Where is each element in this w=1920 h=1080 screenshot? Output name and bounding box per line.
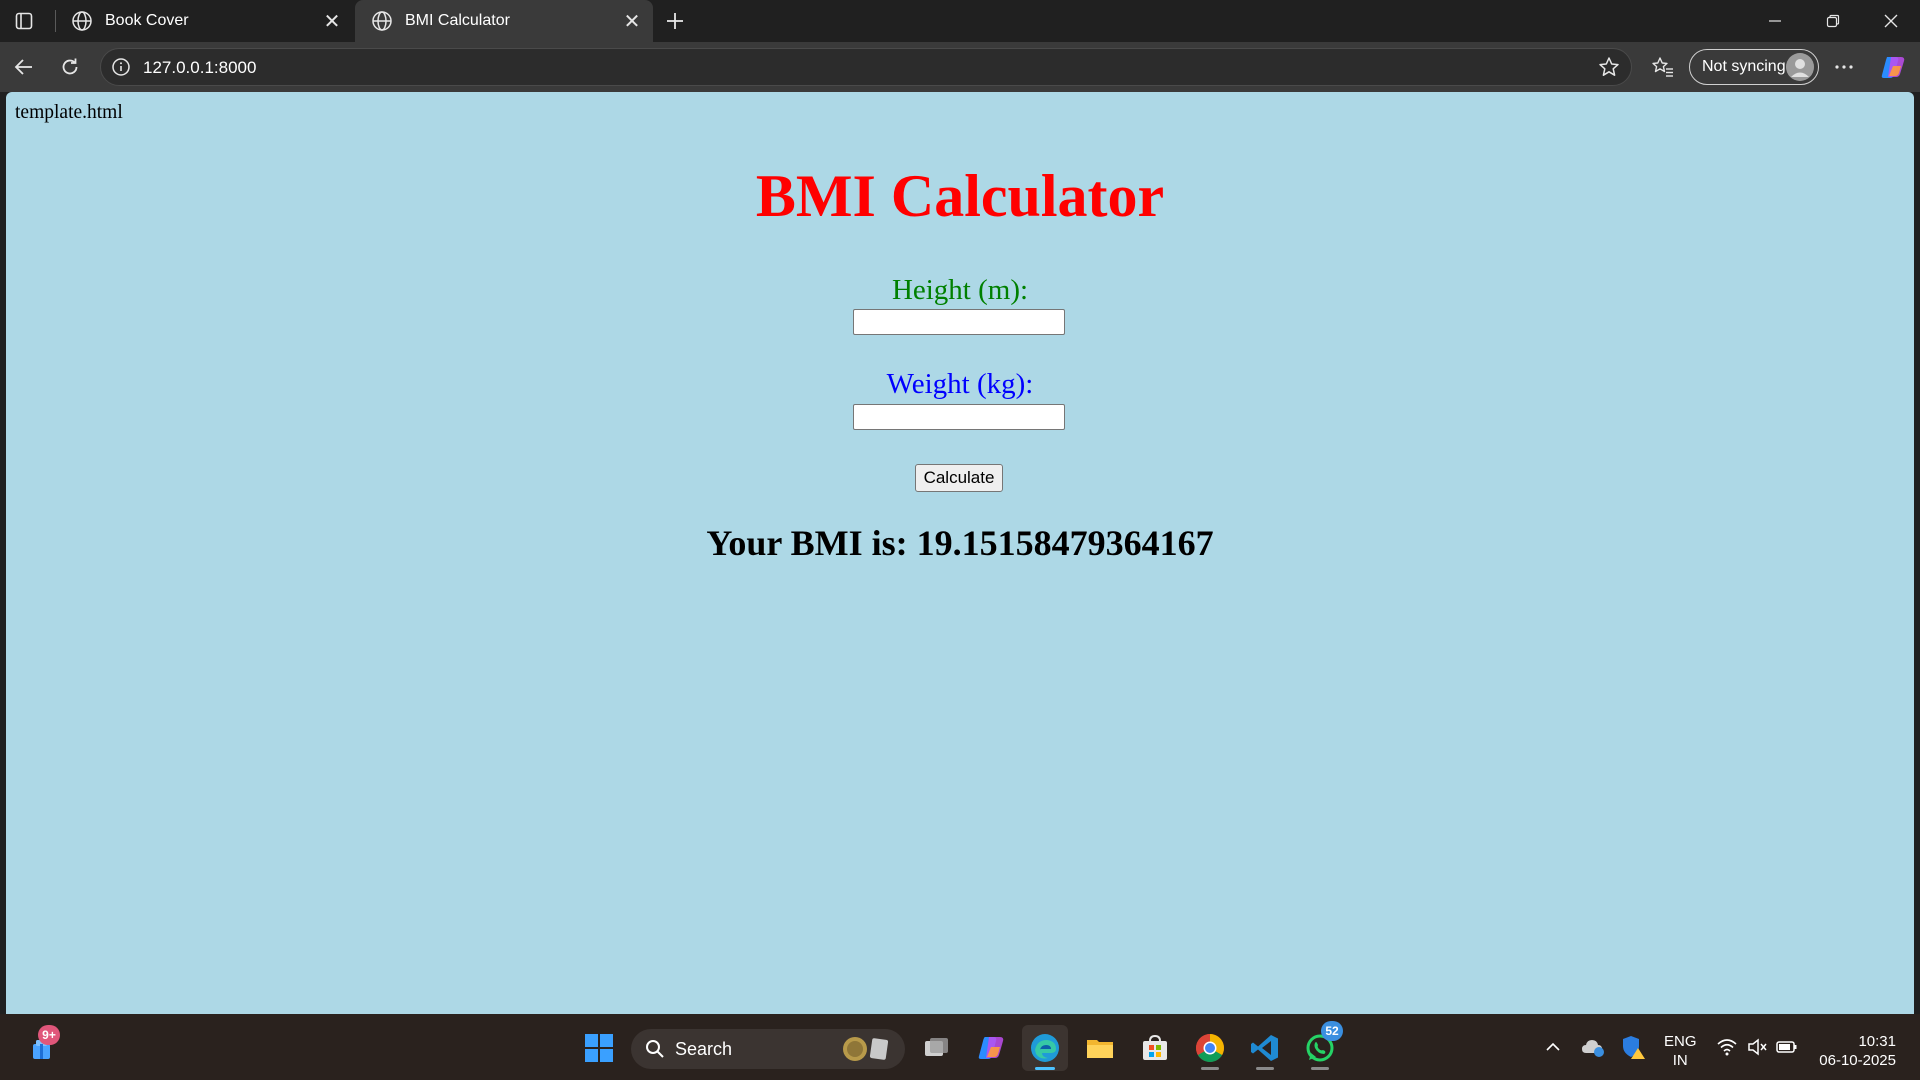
folder-icon [1087,1040,1113,1058]
more-icon [1835,65,1853,69]
edge-browser-button[interactable] [1022,1025,1068,1071]
minimize-button[interactable] [1746,0,1804,42]
weight-label: Weight (kg): [886,368,1034,400]
person-icon [1786,53,1814,81]
globe-icon [72,11,92,31]
tab-label: Book Cover [105,12,189,29]
language-text: ENG [1664,1033,1697,1050]
tab-actions-button[interactable] [10,8,38,34]
new-tab-button[interactable] [660,6,690,36]
tab-bmi-calculator[interactable]: BMI Calculator ✕ [355,0,653,42]
copilot-icon [1881,57,1905,78]
vscode-button[interactable] [1242,1025,1288,1071]
windows-start-icon [585,1034,613,1062]
height-input[interactable] [853,309,1065,335]
weight-input[interactable] [853,404,1065,430]
copilot-app-button[interactable] [968,1025,1014,1071]
chevron-up-icon [1546,1042,1560,1051]
favorite-star-icon[interactable] [1597,55,1621,79]
back-button[interactable] [8,51,40,83]
template-filename-text: template.html [15,102,123,123]
search-label: Search [675,1038,733,1059]
restore-button[interactable] [1804,0,1862,42]
height-label: Height (m): [891,274,1029,306]
tab-book-cover[interactable]: Book Cover ✕ [55,0,353,42]
running-app-indicator [1256,1067,1274,1070]
close-icon [1884,14,1898,28]
copilot-button[interactable] [1877,51,1909,83]
unread-count-badge: 52 [1321,1021,1343,1041]
task-view-button[interactable] [913,1025,959,1071]
windows-taskbar: 9+ Search 52 ENG IN 10:31 06-10-2025 [0,1014,1920,1080]
chrome-button[interactable] [1187,1025,1233,1071]
sync-status-label: Not syncing [1702,58,1786,75]
back-arrow-icon [14,59,32,75]
url-text[interactable]: 127.0.0.1:8000 [143,58,256,78]
calculate-button[interactable]: Calculate [915,464,1003,492]
cloud-icon [1582,1040,1604,1057]
tab-label: BMI Calculator [405,12,510,29]
shield-warning-icon [1623,1036,1645,1059]
notification-badge: 9+ [38,1025,60,1045]
active-app-indicator [1035,1067,1055,1070]
restore-icon [1826,14,1840,28]
refresh-icon [62,58,78,75]
page-title: BMI Calculator [755,163,1165,229]
address-bar[interactable]: 127.0.0.1:8000 [100,48,1632,86]
whatsapp-button[interactable]: 52 [1297,1021,1343,1071]
browser-toolbar: 127.0.0.1:8000 Not syncing [0,42,1920,92]
input-language-indicator[interactable]: ENG IN [1664,1032,1697,1070]
wifi-icon [1717,1039,1737,1056]
refresh-button[interactable] [54,51,86,83]
file-explorer-button[interactable] [1077,1025,1123,1071]
site-info-icon[interactable] [111,57,131,77]
running-app-indicator [1311,1067,1329,1070]
task-view-icon [925,1038,948,1056]
speaker-muted-icon [1748,1038,1767,1056]
taskbar-search-box[interactable]: Search [631,1029,905,1069]
start-button[interactable] [576,1025,622,1071]
favorites-icon [1652,57,1673,77]
vscode-icon [1251,1035,1278,1061]
favorites-button[interactable] [1647,51,1679,83]
plus-icon [667,13,683,29]
search-highlight-icon [843,1037,889,1061]
tab-close-icon[interactable]: ✕ [321,10,343,33]
date-text: 06-10-2025 [1819,1052,1896,1069]
globe-icon [372,11,392,31]
edge-icon [1031,1034,1059,1062]
onedrive-tray-button[interactable] [1580,1034,1606,1060]
tab-close-icon[interactable]: ✕ [621,10,643,33]
copilot-icon [978,1037,1004,1059]
battery-tray-button[interactable] [1774,1034,1800,1060]
avatar [1786,53,1814,81]
volume-tray-button[interactable] [1744,1034,1770,1060]
more-options-button[interactable] [1828,51,1860,83]
taskbar-clock[interactable]: 10:31 06-10-2025 [1819,1032,1896,1070]
browser-tab-bar: Book Cover ✕ BMI Calculator ✕ [0,0,1920,42]
bmi-result-text: Your BMI is: 19.15158479364167 [706,523,1214,563]
widgets-button[interactable]: 9+ [18,1025,64,1071]
microsoft-store-button[interactable] [1132,1025,1178,1071]
store-icon [1143,1034,1167,1060]
chrome-icon [1196,1034,1224,1062]
region-text: IN [1672,1052,1688,1069]
running-app-indicator [1201,1067,1219,1070]
wifi-tray-button[interactable] [1714,1034,1740,1060]
search-icon [646,1040,664,1058]
tab-actions-icon [15,12,33,30]
minimize-icon [1769,20,1781,22]
close-window-button[interactable] [1862,0,1920,42]
battery-icon [1776,1041,1797,1053]
security-tray-button[interactable] [1620,1034,1646,1060]
page-viewport: template.html BMI Calculator Height (m):… [6,92,1914,1014]
profile-sync-button[interactable]: Not syncing [1689,49,1819,85]
show-hidden-icons-button[interactable] [1540,1034,1566,1060]
time-text: 10:31 [1858,1033,1896,1050]
